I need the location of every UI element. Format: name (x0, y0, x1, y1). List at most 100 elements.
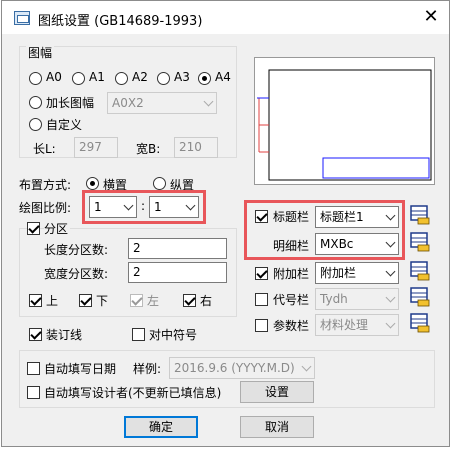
chevron-down-icon (385, 237, 396, 248)
title-block-label: 标题栏 (273, 210, 310, 224)
table-edit-icon[interactable] (409, 204, 431, 226)
param-block-label: 参数栏 (273, 319, 310, 333)
radio-a2[interactable] (115, 72, 128, 85)
v-zone-count-input[interactable]: 2 (128, 262, 227, 283)
scale-right-select[interactable]: 1 (149, 196, 199, 218)
param-block-checkbox[interactable] (255, 319, 268, 332)
window-title: 图纸设置 (GB14689-1993) (38, 14, 203, 29)
length-input[interactable]: 297 (74, 137, 118, 158)
binding-line-checkbox[interactable] (29, 328, 42, 341)
chevron-down-icon (185, 200, 196, 211)
zone-right-label: 右 (200, 294, 213, 308)
date-format-select[interactable]: 2016.9.6 (YYYY.M.D) (169, 357, 315, 379)
detail-block-select[interactable]: MXBc (315, 233, 399, 255)
title-block-value: 标题栏1 (320, 210, 364, 224)
chevron-down-icon (385, 292, 396, 303)
sheet-preview (254, 57, 435, 185)
zone-right-checkbox[interactable] (183, 294, 196, 307)
scale-separator: : (141, 199, 146, 213)
extended-size-select[interactable]: A0X2 (107, 92, 217, 114)
auto-date-checkbox[interactable] (27, 362, 40, 375)
center-mark-label: 对中符号 (149, 328, 198, 342)
radio-landscape[interactable] (86, 177, 99, 190)
scale-left-value: 1 (94, 200, 102, 214)
extra-block-checkbox[interactable] (255, 267, 268, 280)
h-zone-count-label: 长度分区数: (44, 243, 109, 257)
radio-a4[interactable] (198, 72, 211, 85)
code-block-select[interactable]: Tydh (315, 288, 399, 310)
table-edit-icon[interactable] (409, 231, 431, 253)
chevron-down-icon (203, 96, 214, 107)
layout-label: 布置方式: (19, 178, 72, 192)
table-edit-icon[interactable] (409, 286, 431, 308)
auto-designer-checkbox[interactable] (27, 386, 40, 399)
zone-bottom-label: 下 (96, 294, 109, 308)
scale-left-select[interactable]: 1 (89, 196, 137, 218)
radio-custom-label: 自定义 (46, 118, 83, 132)
chevron-down-icon (385, 210, 396, 221)
width-input[interactable]: 210 (174, 137, 218, 158)
app-icon (14, 11, 30, 25)
radio-custom[interactable] (29, 118, 42, 131)
title-bar: 图纸设置 (GB14689-1993) ✕ (2, 1, 449, 34)
designer-settings-button[interactable]: 设置 (240, 381, 314, 403)
center-mark-checkbox[interactable] (132, 328, 145, 341)
auto-date-label: 自动填写日期 (44, 362, 117, 376)
chevron-down-icon (301, 361, 312, 372)
sheet-size-group-label: 图幅 (26, 44, 55, 61)
code-block-label: 代号栏 (273, 293, 310, 307)
zone-top-label: 上 (46, 294, 59, 308)
radio-a4-label: A4 (215, 70, 231, 84)
radio-extended[interactable] (29, 96, 42, 109)
radio-a0-label: A0 (46, 70, 62, 84)
code-block-value: Tydh (320, 292, 348, 306)
scale-label: 绘图比例: (19, 201, 72, 215)
v-zone-count-label: 宽度分区数: (44, 267, 109, 281)
radio-a1-label: A1 (89, 70, 105, 84)
cancel-button[interactable]: 取消 (240, 416, 314, 438)
param-block-select[interactable]: 材料处理 (315, 314, 399, 336)
radio-a2-label: A2 (132, 70, 148, 84)
param-block-value: 材料处理 (320, 318, 369, 332)
zone-left-checkbox[interactable] (130, 294, 143, 307)
detail-block-label: 明细栏 (273, 239, 310, 253)
chevron-down-icon (385, 266, 396, 277)
extended-size-value: A0X2 (112, 96, 144, 110)
chevron-down-icon (123, 200, 134, 211)
extra-block-value: 附加栏 (320, 266, 357, 280)
scale-right-value: 1 (154, 200, 162, 214)
table-edit-icon[interactable] (409, 260, 431, 282)
preview-frame (268, 69, 432, 181)
radio-a0[interactable] (29, 72, 42, 85)
title-block-checkbox[interactable] (255, 210, 268, 223)
sheet-preview-drawing (257, 69, 432, 181)
binding-line-label: 装订线 (46, 328, 83, 342)
zones-label: 分区 (44, 220, 71, 237)
code-block-checkbox[interactable] (255, 293, 268, 306)
title-block-select[interactable]: 标题栏1 (315, 206, 399, 228)
h-zone-count-input[interactable]: 2 (128, 238, 227, 259)
drawing-setup-dialog: 图纸设置 (GB14689-1993) ✕ 图幅 A0 A1 A2 A3 A4 … (1, 0, 450, 447)
width-label: 宽B: (136, 142, 161, 156)
radio-portrait[interactable] (153, 177, 166, 190)
date-sample-label: 样例: (133, 362, 162, 376)
radio-a3[interactable] (157, 72, 170, 85)
extra-block-select[interactable]: 附加栏 (315, 262, 399, 284)
radio-extended-label: 加长图幅 (46, 96, 95, 110)
ok-button[interactable]: 确定 (124, 416, 198, 438)
radio-a1[interactable] (72, 72, 85, 85)
extra-block-label: 附加栏 (273, 267, 310, 281)
date-format-value: 2016.9.6 (YYYY.M.D) (174, 361, 295, 375)
zones-checkbox[interactable] (27, 222, 40, 235)
preview-title-block (322, 157, 430, 179)
zone-top-checkbox[interactable] (29, 294, 42, 307)
table-edit-icon[interactable] (409, 312, 431, 334)
detail-block-value: MXBc (320, 237, 354, 251)
auto-designer-label: 自动填写设计者(不更新已填信息) (44, 386, 222, 400)
zone-left-label: 左 (147, 294, 160, 308)
radio-a3-label: A3 (174, 70, 190, 84)
close-icon[interactable]: ✕ (418, 5, 444, 29)
chevron-down-icon (385, 318, 396, 329)
length-label: 长L: (33, 142, 56, 156)
zone-bottom-checkbox[interactable] (79, 294, 92, 307)
